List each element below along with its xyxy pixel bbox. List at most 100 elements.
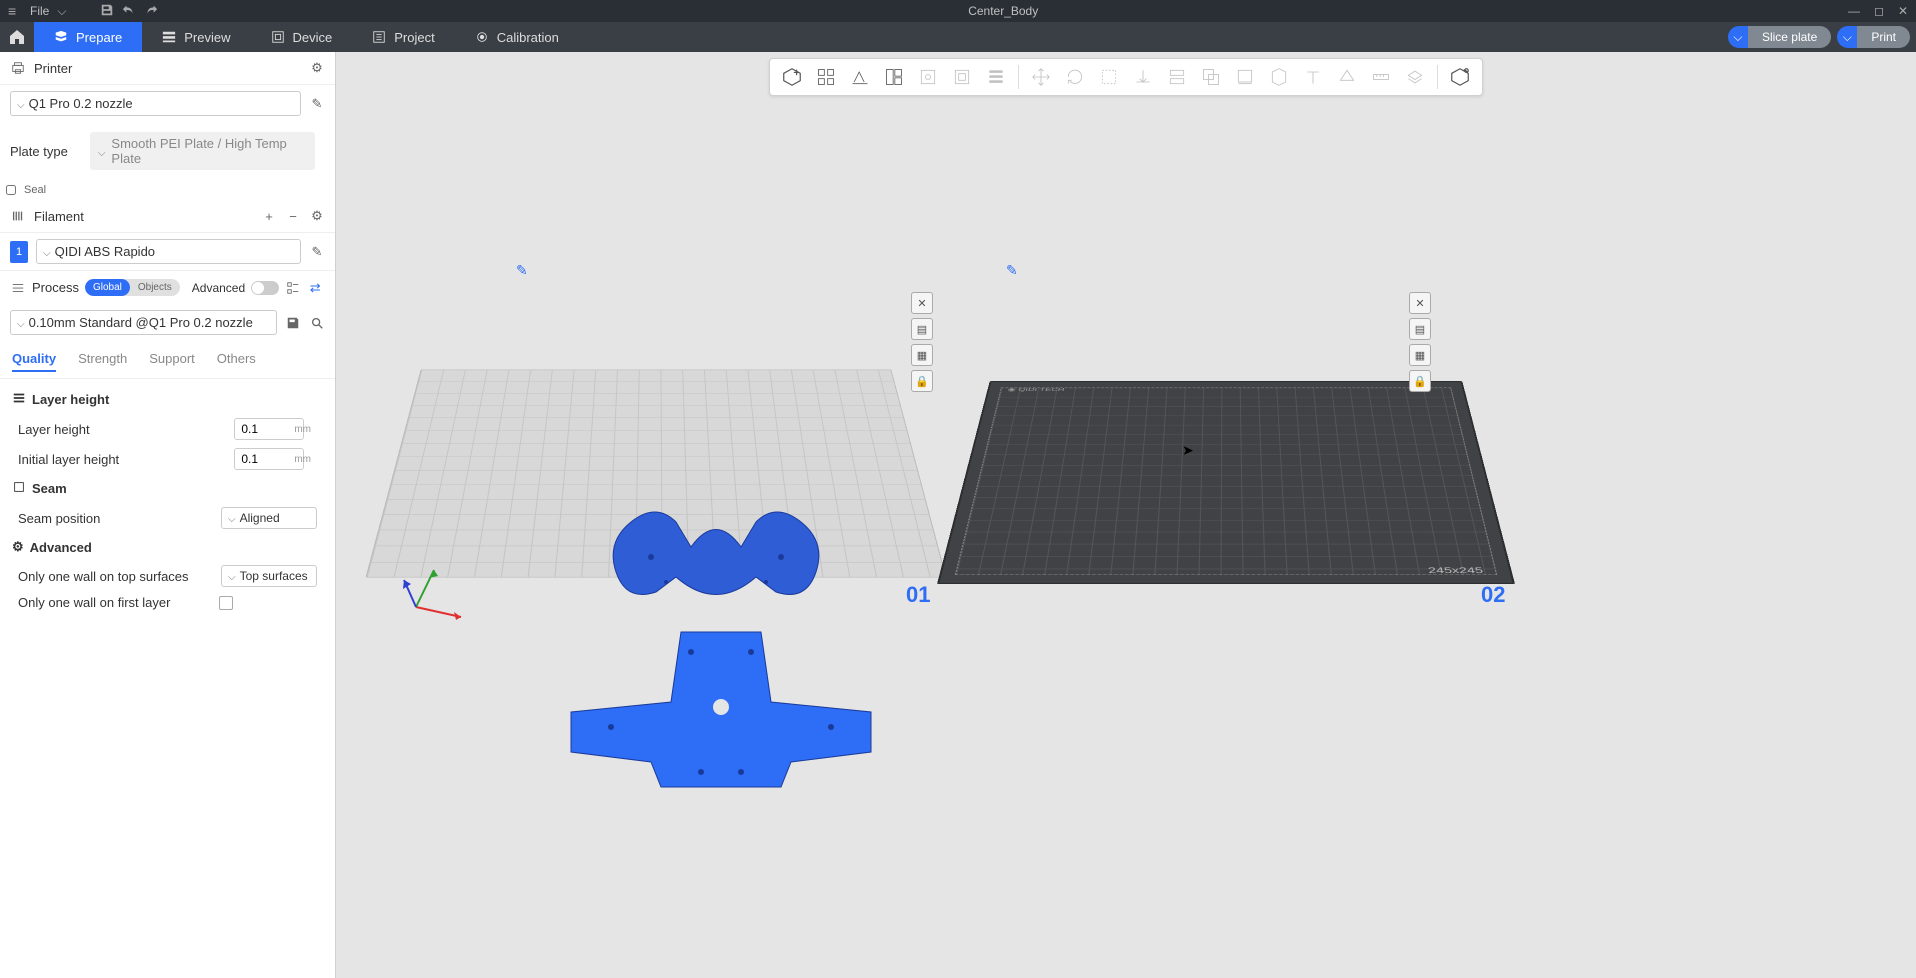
viewport-toolbar	[769, 58, 1483, 96]
process-select-value: 0.10mm Standard @Q1 Pro 0.2 nozzle	[29, 315, 253, 330]
plate-settings-icon[interactable]: ▦	[1409, 344, 1431, 366]
add-cube-icon[interactable]	[810, 62, 842, 92]
model-top-piece[interactable]	[576, 492, 856, 622]
plate-lock-icon[interactable]: 🔒	[1409, 370, 1431, 392]
filament-select[interactable]: QIDI ABS Rapido	[36, 239, 301, 264]
move-icon	[1025, 62, 1057, 92]
process-select[interactable]: 0.10mm Standard @Q1 Pro 0.2 nozzle	[10, 310, 277, 335]
window-title: Center_Body	[158, 4, 1848, 18]
home-button[interactable]	[0, 22, 34, 52]
plate-close-icon[interactable]: ✕	[911, 292, 933, 314]
separator	[1437, 65, 1438, 89]
plate-edit-icon[interactable]: ✎	[1006, 262, 1486, 279]
tab-project[interactable]: Project	[352, 22, 454, 52]
save-icon[interactable]	[100, 3, 114, 20]
print-dropdown-icon[interactable]: ⌵	[1837, 26, 1857, 48]
plate-lock-icon[interactable]: 🔒	[911, 370, 933, 392]
chip-global[interactable]: Global	[85, 279, 130, 296]
plate-2[interactable]: ✎ ◉ QIDI TECH 245x245	[966, 262, 1486, 662]
tab-device[interactable]: Device	[251, 22, 353, 52]
advanced-label: Advanced	[192, 281, 245, 295]
plate-edit-icon[interactable]: ✎	[516, 262, 916, 279]
plate-2-controls: ✕ ▤ ▦ 🔒	[1409, 292, 1431, 392]
one-wall-top-value: Top surfaces	[240, 569, 308, 583]
asset-browser-icon[interactable]	[1444, 62, 1476, 92]
cursor-icon: ➤	[1182, 442, 1194, 459]
printer-edit-icon[interactable]: ✎	[309, 96, 325, 112]
plate-type-select[interactable]: Smooth PEI Plate / High Temp Plate	[90, 132, 315, 170]
tab-strength[interactable]: Strength	[78, 347, 127, 372]
filament-slot-1[interactable]: 1	[10, 241, 28, 263]
one-wall-top-label: Only one wall on top surfaces	[18, 569, 213, 584]
seam-icon	[12, 480, 26, 497]
process-save-icon[interactable]	[285, 315, 301, 331]
process-search-icon[interactable]	[309, 315, 325, 331]
orient-icon[interactable]	[844, 62, 876, 92]
arrange-icon[interactable]	[878, 62, 910, 92]
support-paint-icon	[1229, 62, 1261, 92]
tab-others[interactable]: Others	[217, 347, 256, 372]
section-layer-height: Layer height	[10, 385, 325, 414]
measure-icon	[1365, 62, 1397, 92]
layers-icon	[12, 391, 26, 408]
filament-remove-icon[interactable]: −	[285, 208, 301, 224]
file-menu[interactable]: File	[30, 4, 49, 18]
seam-paint-icon	[1263, 62, 1295, 92]
plate-brand-logo: ◉ QIDI TECH	[1007, 387, 1065, 392]
one-wall-top-select[interactable]: Top surfaces	[221, 565, 317, 587]
slice-dropdown-icon[interactable]: ⌵	[1728, 26, 1748, 48]
minimize-icon[interactable]: —	[1848, 4, 1860, 18]
printer-select[interactable]: Q1 Pro 0.2 nozzle	[10, 91, 301, 116]
seam-position-value: Aligned	[240, 511, 280, 525]
one-wall-first-label: Only one wall on first layer	[18, 595, 211, 610]
print-button[interactable]: ⌵ Print	[1837, 26, 1910, 48]
plate-close-icon[interactable]: ✕	[1409, 292, 1431, 314]
filament-settings-icon[interactable]: ⚙	[309, 208, 325, 224]
maximize-icon[interactable]: ◻	[1874, 4, 1884, 18]
filament-label: Filament	[34, 209, 84, 224]
filament-edit-icon[interactable]: ✎	[309, 244, 325, 260]
process-tabs: Quality Strength Support Others	[0, 341, 335, 379]
split-object-icon	[912, 62, 944, 92]
filament-add-icon[interactable]: +	[261, 208, 277, 224]
add-plate-icon[interactable]	[776, 62, 808, 92]
tab-quality[interactable]: Quality	[12, 347, 56, 372]
close-icon[interactable]: ✕	[1898, 4, 1908, 18]
plate-settings-icon[interactable]: ▦	[911, 344, 933, 366]
section-layer-height-title: Layer height	[32, 392, 109, 407]
seal-checkbox[interactable]	[6, 185, 16, 195]
plate-1-controls: ✕ ▤ ▦ 🔒	[911, 292, 933, 392]
file-dropdown-caret[interactable]: ⌵	[57, 4, 66, 19]
list-icon[interactable]	[285, 280, 301, 296]
chip-objects[interactable]: Objects	[130, 279, 180, 296]
viewport-3d[interactable]: ✎ ✕ ▤ ▦ 🔒 01	[336, 52, 1916, 978]
tab-calibration[interactable]: Calibration	[455, 22, 579, 52]
compare-icon[interactable]: ⇄	[307, 280, 323, 296]
redo-icon[interactable]	[144, 3, 158, 20]
tab-prepare[interactable]: Prepare	[34, 22, 142, 52]
tab-calibration-label: Calibration	[497, 30, 559, 45]
tab-support[interactable]: Support	[149, 347, 195, 372]
menu-icon[interactable]	[8, 3, 22, 19]
text-icon	[1297, 62, 1329, 92]
one-wall-first-checkbox[interactable]	[219, 596, 233, 610]
plate-1[interactable]: ✎	[396, 262, 916, 642]
mesh-boolean-icon	[1195, 62, 1227, 92]
printer-settings-icon[interactable]: ⚙	[309, 60, 325, 76]
plate-type-value: Smooth PEI Plate / High Temp Plate	[111, 136, 307, 166]
advanced-toggle[interactable]	[251, 281, 279, 295]
section-seam-title: Seam	[32, 481, 67, 496]
plate-grid-2: ◉ QIDI TECH 245x245	[937, 381, 1515, 584]
plate-arrange-icon[interactable]: ▤	[1409, 318, 1431, 340]
model-bottom-piece[interactable]	[551, 612, 891, 792]
filament-panel-header: Filament + − ⚙	[0, 200, 335, 233]
chevron-down-icon	[228, 569, 236, 583]
section-advanced: ⚙ Advanced	[10, 533, 325, 561]
plate-arrange-icon[interactable]: ▤	[911, 318, 933, 340]
seam-position-select[interactable]: Aligned	[221, 507, 317, 529]
undo-icon[interactable]	[122, 3, 136, 20]
section-advanced-title: Advanced	[30, 540, 92, 555]
slice-plate-button[interactable]: ⌵ Slice plate	[1728, 26, 1831, 48]
tab-preview[interactable]: Preview	[142, 22, 250, 52]
assembly-icon	[1399, 62, 1431, 92]
